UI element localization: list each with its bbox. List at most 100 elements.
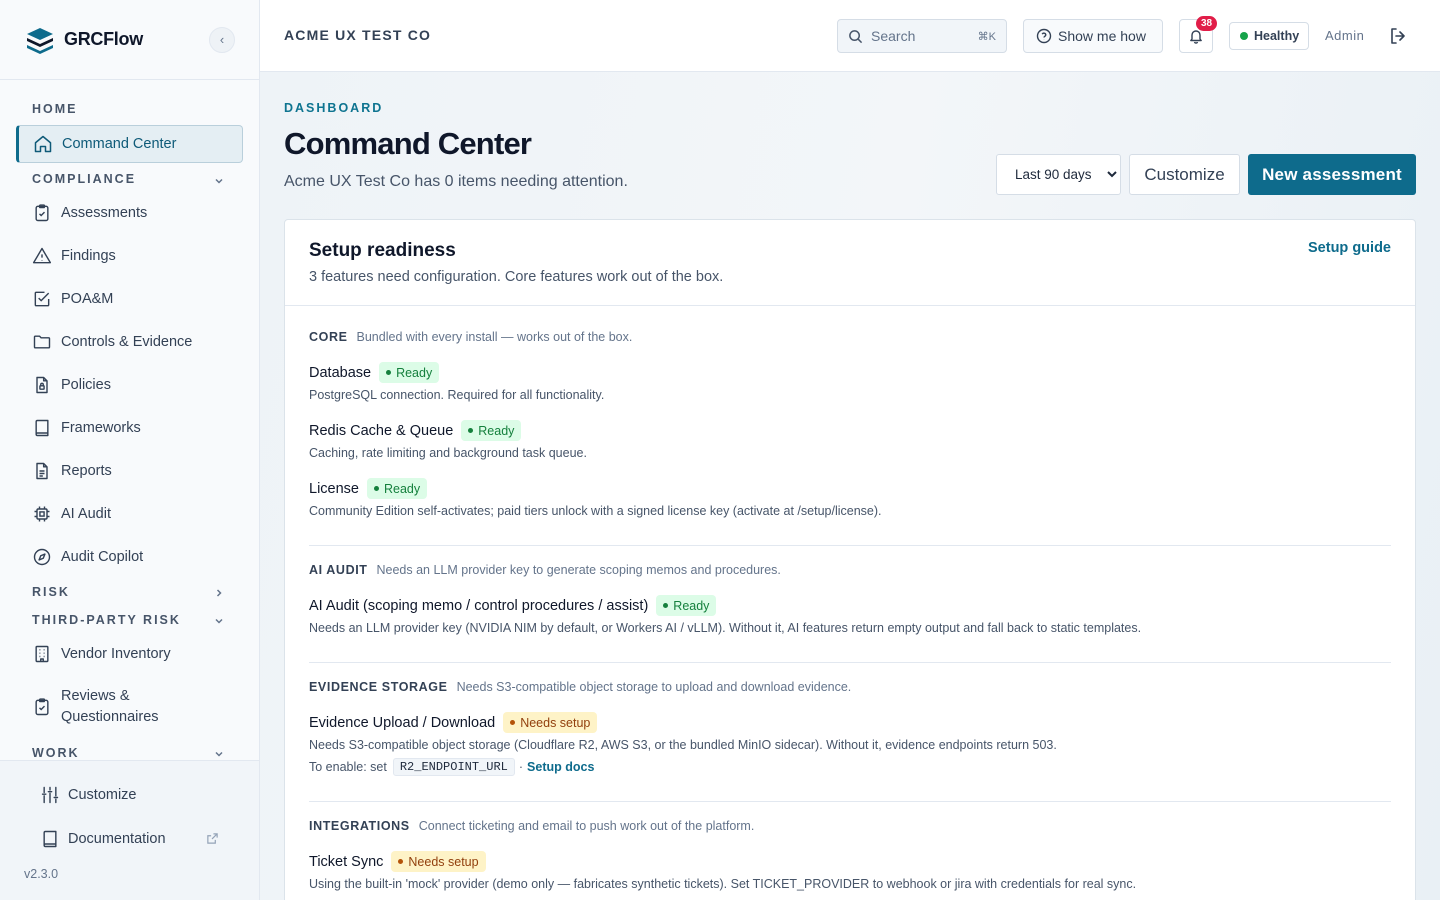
feature-name: Ticket Sync <box>309 853 384 870</box>
group-description: Connect ticketing and email to push work… <box>418 819 755 833</box>
new-assessment-button[interactable]: New assessment <box>1248 154 1416 195</box>
feature-name: Redis Cache & Queue <box>309 422 454 439</box>
sidebar-documentation-link[interactable]: Documentation <box>40 829 166 849</box>
main-content: DASHBOARD Command Center Acme UX Test Co… <box>260 72 1440 900</box>
feature-database: Database Ready <box>309 362 440 383</box>
show-me-how-label: Show me how <box>1058 28 1146 44</box>
group-core-header: CORE Bundled with every install — works … <box>309 330 632 344</box>
search-shortcut: ⌘K <box>977 30 996 43</box>
section-compliance[interactable]: COMPLIANCE <box>32 172 136 186</box>
card-title: Setup readiness <box>309 240 456 261</box>
status-label: Ready <box>383 481 421 496</box>
date-range-select[interactable]: Last 90 days <box>996 154 1121 195</box>
feature-ticket-sync: Ticket Sync Needs setup <box>309 851 486 872</box>
warning-triangle-icon <box>32 247 52 264</box>
user-role: Admin <box>1325 28 1365 43</box>
section-work[interactable]: WORK <box>32 746 80 760</box>
status-dot-icon <box>663 603 669 608</box>
feature-description: Community Edition self-activates; paid t… <box>309 504 882 518</box>
feature-description: Caching, rate limiting and background ta… <box>309 446 587 460</box>
customize-button[interactable]: Customize <box>1129 154 1240 195</box>
sidebar-item-audit-copilot[interactable]: Audit Copilot <box>16 538 243 576</box>
group-description: Needs an LLM provider key to generate sc… <box>376 563 781 577</box>
setup-readiness-card: Setup readiness 3 features need configur… <box>284 219 1416 900</box>
sidebar-item-vendor-inventory[interactable]: Vendor Inventory <box>16 635 243 673</box>
chevron-down-icon[interactable] <box>213 748 225 760</box>
status-badge: Ready <box>656 595 717 616</box>
status-badge: Ready <box>379 362 440 383</box>
status-badge: Needs setup <box>503 712 598 733</box>
notification-count-badge: 38 <box>1196 16 1217 31</box>
status-dot-icon <box>468 428 474 433</box>
stack-logo-icon <box>24 24 56 56</box>
sidebar-item-findings[interactable]: Findings <box>16 237 243 275</box>
sidebar-item-poam[interactable]: POA&M <box>16 280 243 318</box>
sidebar-item-label: Findings <box>61 248 116 264</box>
feature-evidence-upload: Evidence Upload / Download Needs setup <box>309 712 598 733</box>
sidebar-item-label: Assessments <box>61 205 148 221</box>
external-link-icon <box>207 833 218 844</box>
collapse-sidebar-button[interactable]: ‹ <box>209 26 235 53</box>
feature-name: Evidence Upload / Download <box>309 714 496 731</box>
checkbox-icon <box>34 291 50 307</box>
label-line-2: Questionnaires <box>61 709 159 725</box>
chevron-down-icon[interactable] <box>213 615 225 627</box>
group-description: Bundled with every install — works out o… <box>356 330 633 344</box>
group-description: Needs S3-compatible object storage to up… <box>456 680 852 694</box>
sidebar-item-controls-evidence[interactable]: Controls & Evidence <box>16 323 243 361</box>
sidebar-item-label: Reports <box>61 463 112 479</box>
status-dot-icon <box>373 486 379 491</box>
document-text-icon <box>36 462 48 480</box>
status-dot-icon <box>386 370 392 375</box>
show-me-how-button[interactable]: Show me how <box>1023 19 1163 53</box>
health-dot-icon <box>1240 32 1248 40</box>
card-header: Setup readiness 3 features need configur… <box>285 220 1415 306</box>
status-label: Ready <box>478 423 515 438</box>
section-third-party-risk[interactable]: THIRD-PARTY RISK <box>32 613 181 627</box>
folder-icon <box>33 335 51 349</box>
sidebar-item-reviews-questionnaires[interactable]: Reviews & Questionnaires <box>16 683 243 731</box>
sidebar-item-label: Reviews & Questionnaires <box>61 686 159 728</box>
compass-icon <box>33 548 51 566</box>
logout-icon[interactable] <box>1388 26 1408 46</box>
sidebar-item-ai-audit[interactable]: AI Audit <box>16 495 243 533</box>
sidebar-item-assessments[interactable]: Assessments <box>16 194 243 232</box>
sidebar-item-label: Controls & Evidence <box>61 334 193 350</box>
help-circle-icon <box>1036 28 1052 44</box>
sidebar-item-label: POA&M <box>61 291 114 307</box>
sidebar-customize-link[interactable]: Customize <box>40 785 137 805</box>
sidebar-item-label: AI Audit <box>61 506 111 522</box>
search-icon <box>849 29 863 43</box>
top-bar: ACME UX TEST CO Search ⌘K Show me how 38… <box>260 0 1440 72</box>
env-var-code: R2_ENDPOINT_URL <box>392 758 515 776</box>
chevron-down-icon[interactable] <box>213 175 225 187</box>
feature-name: AI Audit (scoping memo / control procedu… <box>309 597 649 614</box>
section-risk[interactable]: RISK <box>32 585 70 599</box>
clipboard-check-icon <box>35 204 49 222</box>
search-placeholder: Search <box>871 28 916 44</box>
status-badge: Ready <box>366 478 428 499</box>
search-box[interactable]: Search ⌘K <box>837 19 1007 53</box>
enable-prefix: To enable: set <box>309 760 387 774</box>
setup-docs-link[interactable]: Setup docs <box>527 760 594 774</box>
group-name: CORE <box>309 330 348 344</box>
sidebar-nav: HOME Command Center COMPLIANCE Assessmen… <box>0 80 259 760</box>
enable-instructions: To enable: set R2_ENDPOINT_URL · Setup d… <box>309 758 594 776</box>
group-name: AI AUDIT <box>309 563 368 577</box>
sidebar-item-frameworks[interactable]: Frameworks <box>16 409 243 447</box>
sidebar-item-label: Policies <box>61 377 111 393</box>
sidebar-item-label: Vendor Inventory <box>61 646 171 662</box>
sidebar-item-command-center[interactable]: Command Center <box>16 125 243 163</box>
home-icon <box>34 135 52 153</box>
chevron-right-icon[interactable] <box>213 587 225 599</box>
sidebar-item-policies[interactable]: Policies <box>16 366 243 404</box>
status-badge: Ready <box>461 420 522 441</box>
sidebar-item-label: Command Center <box>62 136 177 152</box>
page-title: Command Center <box>284 126 532 161</box>
setup-guide-link[interactable]: Setup guide <box>1308 240 1391 256</box>
feature-ai-audit: AI Audit (scoping memo / control procedu… <box>309 595 717 616</box>
sidebar-item-reports[interactable]: Reports <box>16 452 243 490</box>
sidebar: GRCFlow ‹ HOME Command Center COMPLIANCE… <box>0 0 260 900</box>
breadcrumb[interactable]: DASHBOARD <box>284 101 383 115</box>
system-health-badge[interactable]: Healthy <box>1229 22 1309 50</box>
